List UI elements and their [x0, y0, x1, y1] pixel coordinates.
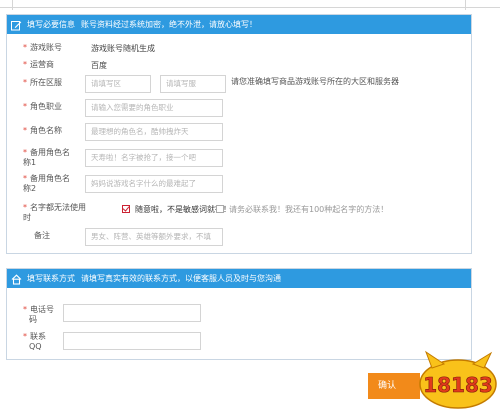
required-info-panel: 填写必要信息 账号资料经过系统加密，绝不外泄，请放心填写！ * 游戏账号 游戏账号…	[6, 14, 472, 254]
contact-subtitle: 请填写真实有效的联系方式，以便客服人员及时与您沟通	[81, 274, 281, 283]
region-label: * 所在区服	[23, 78, 62, 87]
phone-input[interactable]	[63, 304, 201, 322]
brand-logo: 18183	[418, 348, 498, 414]
fallback-option2-label[interactable]: 请务必联系我！我还有100种起名字的方法！	[229, 204, 388, 215]
confirm-button[interactable]: 确认	[368, 373, 420, 399]
required-info-subtitle: 账号资料经过系统加密，绝不外泄，请放心填写！	[81, 20, 257, 29]
phone-label: * 电话号码	[23, 305, 54, 324]
order-form-page: 填写必要信息 账号资料经过系统加密，绝不外泄，请放心填写！ * 游戏账号 游戏账号…	[0, 0, 500, 417]
account-value: 游戏账号随机生成	[91, 44, 155, 53]
backup-name2-input[interactable]: 妈妈说游戏名字什么的最难起了	[85, 175, 223, 193]
backup-name1-label: * 备用角色名 称1	[23, 148, 70, 167]
role-name-label: * 角色名称	[23, 126, 62, 135]
operator-value: 百度	[91, 61, 107, 70]
required-info-header: 填写必要信息 账号资料经过系统加密，绝不外泄，请放心填写！	[7, 15, 471, 34]
contact-title: 填写联系方式	[27, 274, 75, 283]
qq-input[interactable]	[63, 332, 201, 350]
region-area-input[interactable]: 请填写区	[85, 75, 151, 93]
region-server-input[interactable]: 请填写服	[160, 75, 226, 93]
edit-icon	[11, 19, 22, 31]
role-name-input[interactable]: 最理想的角色名，酷帅拽炸天	[85, 123, 223, 141]
contact-header: 填写联系方式 请填写真实有效的联系方式，以便客服人员及时与您沟通	[7, 269, 471, 288]
backup-name1-input[interactable]: 天寿啦！名字被抢了，接一个吧	[85, 149, 223, 167]
name-fallback-label: * 名字都无法使用时	[23, 203, 86, 222]
profession-label: * 角色职业	[23, 102, 62, 111]
region-hint: 请您准确填写商品游戏账号所在的大区和服务器	[231, 77, 399, 86]
operator-label: * 运营商	[23, 60, 54, 69]
qq-label: * 联系 QQ	[23, 332, 46, 351]
backup-name2-label: * 备用角色名 称2	[23, 174, 70, 193]
top-border	[0, 0, 500, 10]
contact-panel: 填写联系方式 请填写真实有效的联系方式，以便客服人员及时与您沟通 * 电话号码 *…	[6, 268, 472, 360]
home-icon	[11, 273, 22, 285]
profession-input[interactable]: 请输入您需要的角色职业	[85, 99, 223, 117]
svg-text:18183: 18183	[423, 373, 493, 397]
remark-label: 备注	[34, 231, 50, 240]
fallback-option1-checkbox[interactable]	[122, 205, 130, 213]
remark-input[interactable]: 男女、阵营、英雄等额外要求，不填	[85, 228, 223, 246]
required-info-title: 填写必要信息	[27, 20, 75, 29]
fallback-option2-checkbox[interactable]	[216, 205, 224, 213]
account-label: * 游戏账号	[23, 43, 62, 52]
